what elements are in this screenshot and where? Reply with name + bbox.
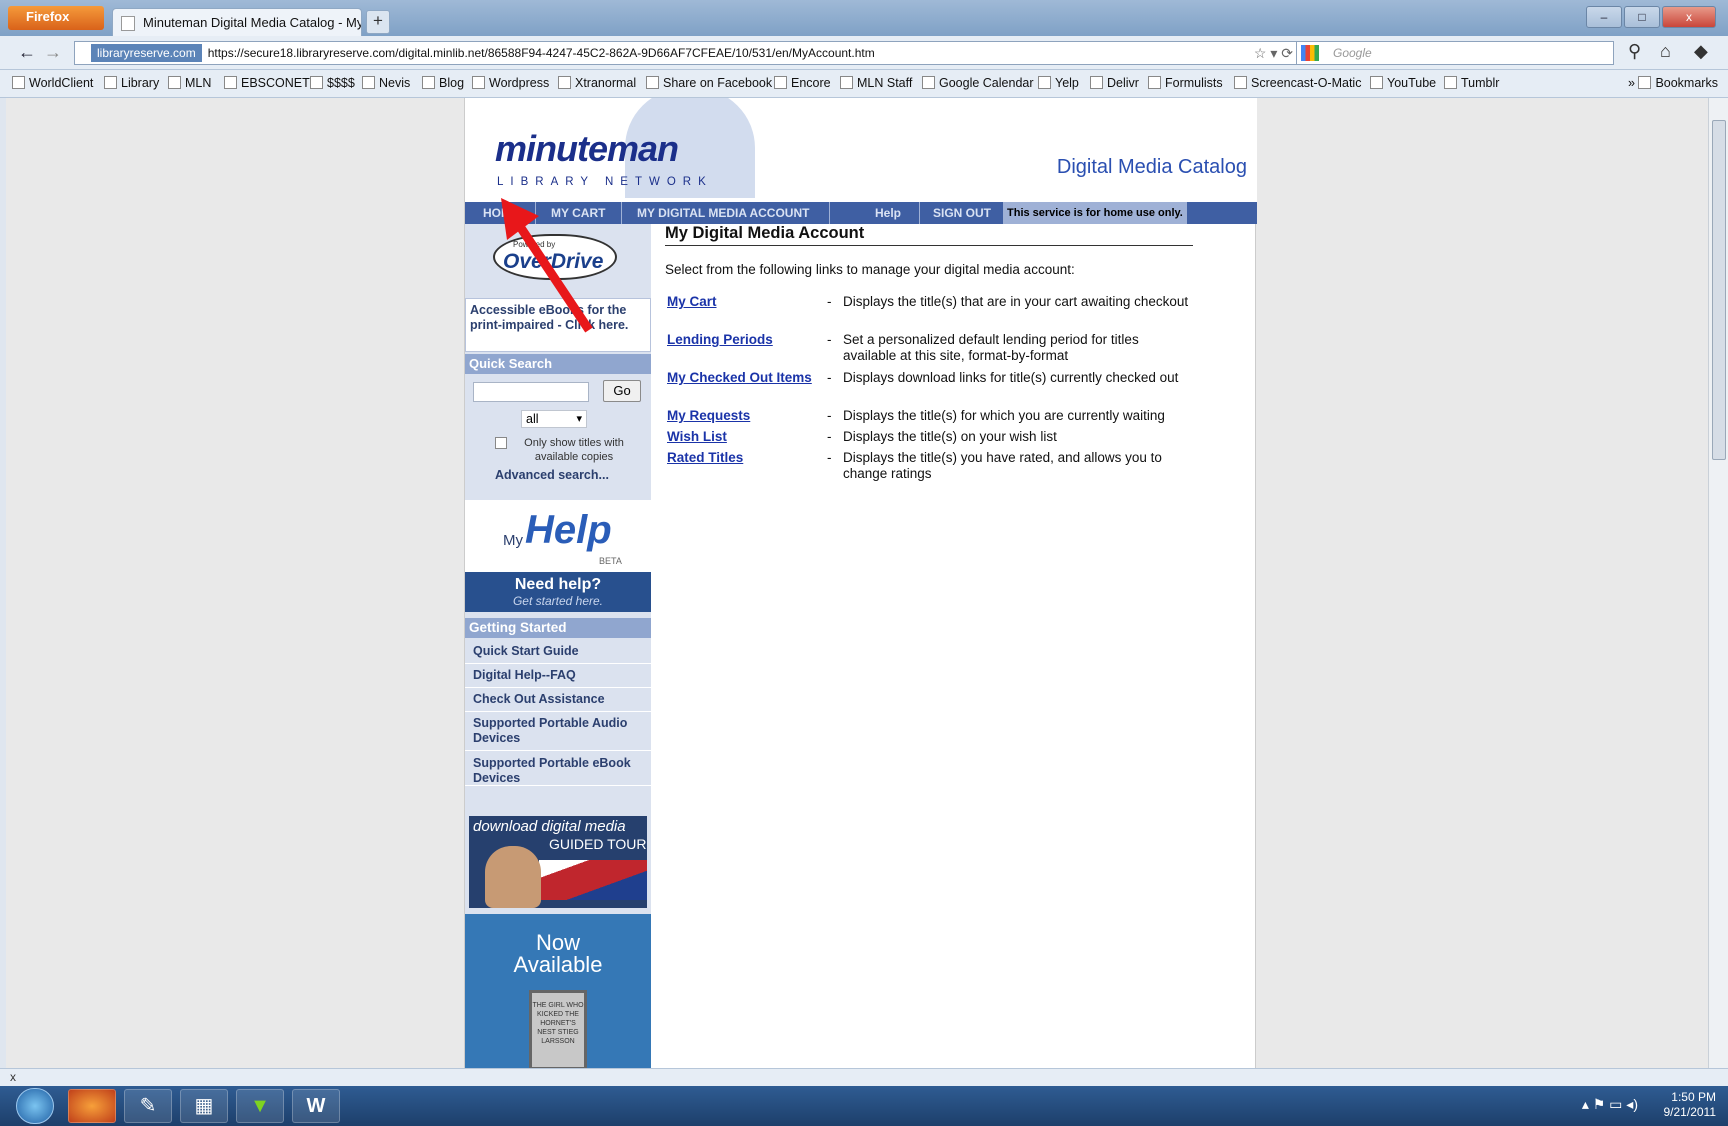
- catalog-title: Digital Media Catalog: [1056, 156, 1247, 178]
- bookmarks-toolbar: WorldClient Library MLN EBSCONET $$$$ Ne…: [0, 70, 1728, 98]
- bookmark-item[interactable]: Wordpress: [472, 76, 549, 90]
- available-copies-label: Only show titles with available copies: [524, 437, 624, 463]
- close-icon[interactable]: x: [10, 1070, 16, 1084]
- page-icon: [121, 16, 135, 31]
- reload-icon[interactable]: ☆ ▾ ⟳: [1254, 42, 1293, 64]
- forward-icon[interactable]: →: [40, 41, 66, 65]
- lending-periods-link[interactable]: Lending Periods: [667, 332, 773, 348]
- format-select[interactable]: all: [521, 410, 587, 428]
- bookmark-item[interactable]: Delivr: [1090, 76, 1139, 90]
- bookmark-item[interactable]: YouTube: [1370, 76, 1436, 90]
- book-cover-image: THE GIRL WHO KICKED THE HORNET'S NEST ST…: [529, 990, 587, 1068]
- page-viewport: minuteman LIBRARY NETWORK Digital Media …: [6, 98, 1708, 1068]
- addon-icon[interactable]: ◆: [1694, 41, 1708, 62]
- menu-note: This service is for home use only.: [1003, 202, 1187, 224]
- site-header: minuteman LIBRARY NETWORK Digital Media …: [465, 98, 1257, 202]
- page-title: My Digital Media Account: [665, 224, 1193, 246]
- bookmark-item[interactable]: Tumblr: [1444, 76, 1499, 90]
- app-icon[interactable]: ▼: [236, 1089, 284, 1123]
- rated-titles-link[interactable]: Rated Titles: [667, 450, 743, 466]
- menu-sign-out[interactable]: SIGN OUT: [933, 206, 991, 220]
- bookmark-item[interactable]: EBSCONET: [224, 76, 310, 90]
- system-tray-icons[interactable]: ▴ ⚑ ▭ ◂): [1582, 1096, 1638, 1113]
- catalog-page: minuteman LIBRARY NETWORK Digital Media …: [464, 98, 1257, 1068]
- bookmark-item[interactable]: Xtranormal: [558, 76, 636, 90]
- banner-person-image: [485, 846, 541, 908]
- clock[interactable]: 1:50 PM 9/21/2011: [1664, 1090, 1717, 1120]
- quick-search-input[interactable]: [473, 382, 589, 402]
- tab-active[interactable]: Minuteman Digital Media Catalog - My ...: [112, 8, 362, 36]
- start-button[interactable]: [16, 1088, 54, 1124]
- bookmark-item[interactable]: Encore: [774, 76, 831, 90]
- check-out-assistance-link[interactable]: Check Out Assistance: [465, 688, 651, 712]
- google-icon: [1301, 45, 1319, 61]
- search-icon[interactable]: ⚲: [1628, 41, 1641, 62]
- menu-help[interactable]: Help: [875, 206, 901, 220]
- bookmark-item[interactable]: Blog: [422, 76, 464, 90]
- new-tab-button[interactable]: +: [366, 10, 390, 34]
- vertical-scrollbar[interactable]: [1708, 98, 1728, 1068]
- account-main: My Digital Media Account Select from the…: [665, 224, 1235, 584]
- my-cart-link[interactable]: My Cart: [667, 294, 717, 310]
- tab-title: Minuteman Digital Media Catalog - My ...: [143, 15, 362, 30]
- sidebar: Powered by OverDrive Accessible eBooks f…: [465, 224, 651, 1068]
- bookmark-item[interactable]: Library: [104, 76, 159, 90]
- annotation-arrow-icon: [501, 198, 593, 333]
- quick-search-heading: Quick Search: [465, 354, 651, 374]
- back-icon[interactable]: ←: [14, 41, 40, 65]
- bookmark-item[interactable]: Google Calendar: [922, 76, 1034, 90]
- portable-ebook-devices-link[interactable]: Supported Portable eBook Devices: [465, 752, 651, 786]
- getting-started-heading: Getting Started: [465, 618, 651, 638]
- navigation-bar: ← → libraryreserve.com https://secure18.l…: [0, 36, 1728, 70]
- bookmark-item[interactable]: $$$$: [310, 76, 355, 90]
- guided-tour-banner[interactable]: download digital media GUIDED TOUR: [469, 816, 647, 908]
- bookmark-item[interactable]: MLN: [168, 76, 211, 90]
- bookmark-item[interactable]: WorldClient: [12, 76, 93, 90]
- checked-out-items-link[interactable]: My Checked Out Items: [667, 370, 812, 386]
- digital-help-faq-link[interactable]: Digital Help--FAQ: [465, 664, 651, 688]
- bookmarks-menu[interactable]: » Bookmarks: [1628, 76, 1718, 90]
- minimize-button[interactable]: –: [1586, 6, 1622, 28]
- maximize-button[interactable]: □: [1624, 6, 1660, 28]
- bookmark-item[interactable]: Share on Facebook: [646, 76, 772, 90]
- title-bar: Firefox Minuteman Digital Media Catalog …: [0, 0, 1728, 36]
- portable-audio-devices-link[interactable]: Supported Portable Audio Devices: [465, 712, 651, 751]
- go-button[interactable]: Go: [603, 380, 641, 402]
- need-help-button[interactable]: Need help? Get started here.: [465, 572, 651, 612]
- site-identity[interactable]: libraryreserve.com: [91, 44, 202, 62]
- now-available-banner[interactable]: Now Available THE GIRL WHO KICKED THE HO…: [465, 914, 651, 1068]
- bookmark-item[interactable]: MLN Staff: [840, 76, 912, 90]
- scrollbar-thumb[interactable]: [1712, 120, 1726, 460]
- url-text: https://secure18.libraryreserve.com/digi…: [207, 46, 875, 60]
- bookmark-item[interactable]: Nevis: [362, 76, 410, 90]
- quick-start-guide-link[interactable]: Quick Start Guide: [465, 640, 651, 664]
- paint-icon[interactable]: ✎: [124, 1089, 172, 1123]
- wish-list-link[interactable]: Wish List: [667, 429, 727, 445]
- site-logo-sub: LIBRARY NETWORK: [497, 176, 713, 188]
- firefox-icon[interactable]: [68, 1089, 116, 1123]
- calculator-icon[interactable]: ▦: [180, 1089, 228, 1123]
- firefox-menu-button[interactable]: Firefox: [8, 6, 104, 30]
- site-logo[interactable]: minuteman: [495, 128, 679, 170]
- available-copies-checkbox[interactable]: [495, 437, 507, 449]
- search-input[interactable]: Google: [1296, 41, 1614, 65]
- browser-window: Firefox Minuteman Digital Media Catalog …: [0, 0, 1728, 1086]
- close-button[interactable]: x: [1662, 6, 1716, 28]
- myhelp-banner[interactable]: My Help BETA: [465, 500, 651, 572]
- word-icon[interactable]: W: [292, 1089, 340, 1123]
- taskbar: ✎ ▦ ▼ W ▴ ⚑ ▭ ◂) 1:50 PM 9/21/2011: [0, 1086, 1728, 1126]
- status-bar: x: [0, 1068, 1728, 1086]
- advanced-search-link[interactable]: Advanced search...: [495, 468, 609, 482]
- menu-my-account[interactable]: MY DIGITAL MEDIA ACCOUNT: [637, 206, 809, 220]
- bookmark-item[interactable]: Screencast-O-Matic: [1234, 76, 1361, 90]
- my-requests-link[interactable]: My Requests: [667, 408, 750, 424]
- bookmark-item[interactable]: Yelp: [1038, 76, 1079, 90]
- url-bar[interactable]: libraryreserve.com https://secure18.libra…: [74, 41, 1304, 65]
- intro-text: Select from the following links to manag…: [665, 262, 1075, 277]
- bookmark-item[interactable]: Formulists: [1148, 76, 1223, 90]
- banner-stripe: [539, 860, 647, 900]
- home-icon[interactable]: ⌂: [1660, 41, 1671, 62]
